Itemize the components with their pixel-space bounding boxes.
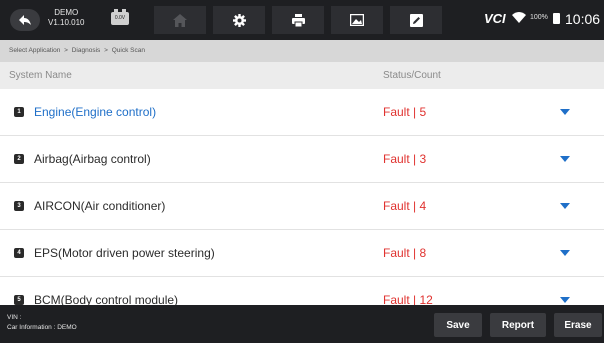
- chevron-down-icon[interactable]: [560, 109, 570, 115]
- system-row-aircon[interactable]: 3 AIRCON(Air conditioner) Fault | 4: [0, 183, 604, 230]
- edit-button[interactable]: [390, 6, 442, 34]
- car-info-label: Car Information : DEMO: [7, 324, 77, 331]
- version-info: DEMO V1.10.010: [48, 8, 84, 28]
- row-index: 1: [14, 107, 24, 117]
- demo-label: DEMO: [54, 8, 79, 17]
- system-row-airbag[interactable]: 2 Airbag(Airbag control) Fault | 3: [0, 136, 604, 183]
- column-header-system-name: System Name: [9, 70, 72, 81]
- version-label: V1.10.010: [48, 18, 85, 27]
- vin-label: VIN :: [7, 314, 22, 321]
- system-list: 1 Engine(Engine control) Fault | 5 2 Air…: [0, 89, 604, 305]
- vehicle-info: VIN : Car Information : DEMO: [7, 313, 77, 333]
- save-button[interactable]: Save: [434, 313, 482, 337]
- home-button[interactable]: [154, 6, 206, 34]
- battery-percent: 100%: [530, 14, 548, 21]
- report-button[interactable]: Report: [490, 313, 546, 337]
- row-index: 4: [14, 248, 24, 258]
- system-name: AIRCON(Air conditioner): [34, 199, 166, 213]
- breadcrumb-separator: >: [104, 47, 108, 54]
- back-button[interactable]: [10, 9, 40, 31]
- fault-status: Fault | 8: [383, 246, 427, 260]
- chevron-down-icon[interactable]: [560, 250, 570, 256]
- system-name: Airbag(Airbag control): [34, 152, 151, 166]
- column-header-status-count: Status/Count: [383, 70, 441, 81]
- edit-icon: [409, 13, 423, 27]
- breadcrumb-separator: >: [64, 47, 68, 54]
- voltage-value: 0.0V: [111, 12, 129, 25]
- system-row-eps[interactable]: 4 EPS(Motor driven power steering) Fault…: [0, 230, 604, 277]
- system-row-bcm[interactable]: 5 BCM(Body control module) Fault | 12: [0, 277, 604, 305]
- breadcrumb-item-diagnosis[interactable]: Diagnosis: [72, 47, 101, 54]
- voltage-indicator: 0.0V: [111, 8, 129, 28]
- fault-status: Fault | 5: [383, 105, 427, 119]
- bottom-toolbar: VIN : Car Information : DEMO Save Report…: [0, 305, 604, 343]
- system-name: BCM(Body control module): [34, 293, 179, 305]
- back-icon: [19, 15, 31, 25]
- system-name: Engine(Engine control): [34, 105, 157, 119]
- system-name: EPS(Motor driven power steering): [34, 246, 215, 260]
- wifi-icon: [512, 12, 526, 23]
- settings-button[interactable]: [213, 6, 265, 34]
- vci-label: VCI: [484, 11, 506, 26]
- home-icon: [173, 13, 187, 27]
- breadcrumb: Select Application > Diagnosis > Quick S…: [0, 40, 604, 62]
- screenshot-icon: [350, 14, 364, 26]
- system-row-engine[interactable]: 1 Engine(Engine control) Fault | 5: [0, 89, 604, 136]
- row-index: 2: [14, 154, 24, 164]
- row-index: 3: [14, 201, 24, 211]
- breadcrumb-item-select-application[interactable]: Select Application: [9, 47, 60, 54]
- chevron-down-icon[interactable]: [560, 297, 570, 303]
- top-toolbar: DEMO V1.10.010 0.0V VCI 100% 10:06: [0, 0, 604, 40]
- fault-status: Fault | 12: [383, 293, 433, 305]
- row-index: 5: [14, 295, 24, 305]
- column-header: System Name Status/Count: [0, 62, 604, 89]
- vci-status: VCI: [484, 11, 506, 26]
- screenshot-button[interactable]: [331, 6, 383, 34]
- chevron-down-icon[interactable]: [560, 156, 570, 162]
- fault-status: Fault | 3: [383, 152, 427, 166]
- chevron-down-icon[interactable]: [560, 203, 570, 209]
- print-icon: [291, 13, 305, 27]
- clock: 10:06: [565, 11, 601, 27]
- settings-icon: [232, 13, 246, 27]
- fault-status: Fault | 4: [383, 199, 427, 213]
- breadcrumb-item-quick-scan: Quick Scan: [111, 47, 145, 54]
- print-button[interactable]: [272, 6, 324, 34]
- erase-button[interactable]: Erase: [554, 313, 602, 337]
- battery-icon: [553, 13, 560, 24]
